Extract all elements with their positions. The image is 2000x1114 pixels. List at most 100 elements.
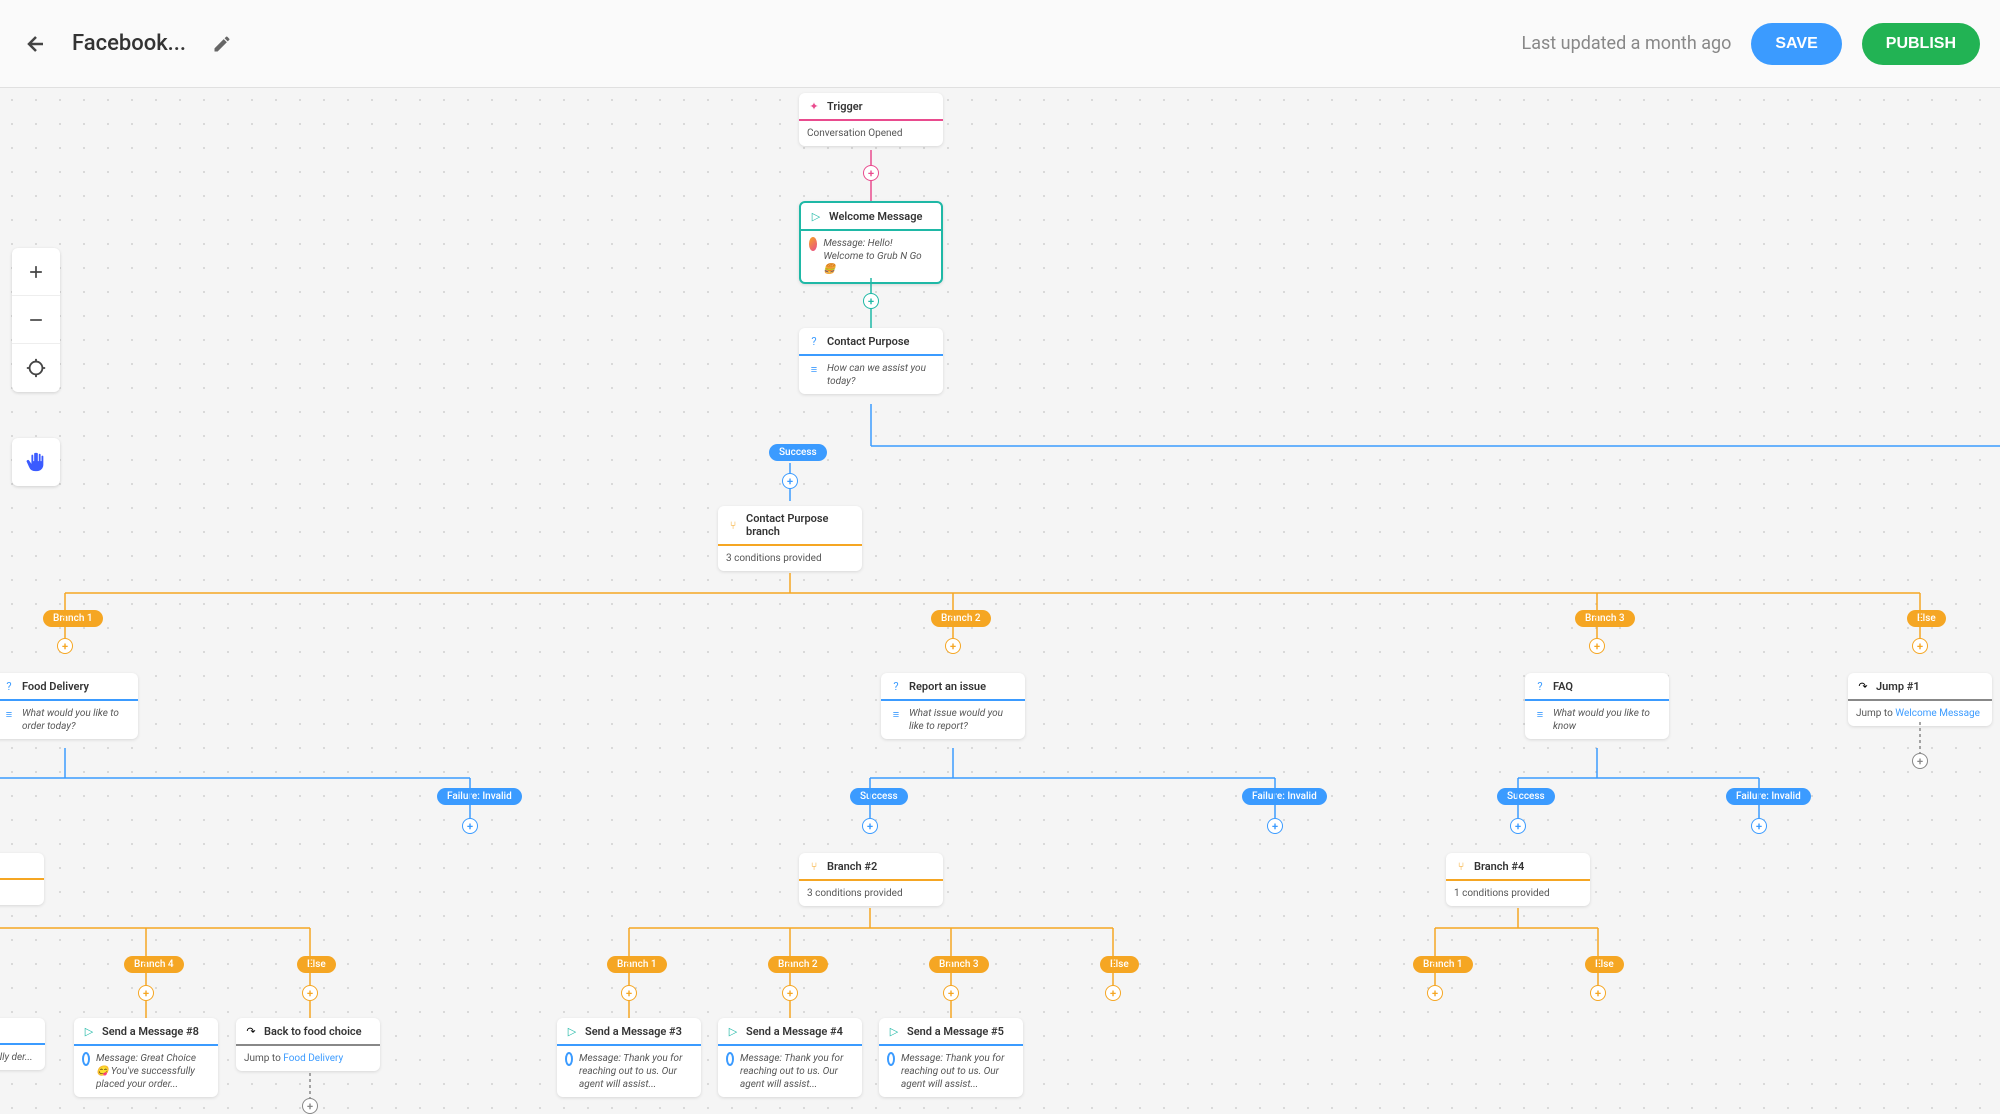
list-icon: ≡ bbox=[889, 707, 903, 721]
node-body: at Choice 😋 ssfully der... bbox=[0, 1051, 33, 1064]
status-icon bbox=[726, 1052, 734, 1066]
welcome-message-node[interactable]: ▷Welcome Message Message: Hello! Welcome… bbox=[799, 201, 943, 284]
add-node-button[interactable]: + bbox=[138, 985, 154, 1001]
message7-node[interactable]: e #7 at Choice 😋 ssfully der... bbox=[0, 1018, 45, 1070]
canvas[interactable]: ✦Trigger Conversation Opened + ▷Welcome … bbox=[0, 88, 2000, 1110]
node-body: How can we assist you today? bbox=[827, 362, 935, 388]
message5-node[interactable]: ▷ Send a Message #5 Message: Thank you fo… bbox=[879, 1018, 1023, 1097]
jump-node[interactable]: ↷Jump #1 Jump to Welcome Message bbox=[1848, 673, 1992, 726]
pan-tool-button[interactable] bbox=[12, 438, 60, 486]
node-title: Send a Message #3 bbox=[585, 1025, 682, 1038]
add-node-button[interactable]: + bbox=[945, 638, 961, 654]
send-icon: ▷ bbox=[726, 1024, 740, 1038]
report-issue-node[interactable]: ? Report an issue ≡ What issue would you l… bbox=[881, 673, 1025, 739]
branch-pill: Branch 1 bbox=[1413, 956, 1473, 973]
branch2-node[interactable]: ⑂Branch #2 3 conditions provided bbox=[799, 853, 943, 906]
food-delivery-node[interactable]: ?Food Delivery ≡What would you like to o… bbox=[0, 673, 138, 739]
avatar-icon bbox=[809, 237, 817, 251]
branch-icon: ⑂ bbox=[726, 518, 740, 532]
question-icon: ? bbox=[1533, 679, 1547, 693]
add-node-button[interactable]: + bbox=[1751, 818, 1767, 834]
add-node-button[interactable]: + bbox=[862, 818, 878, 834]
contact-purpose-node[interactable]: ?Contact Purpose ≡How can we assist you … bbox=[799, 328, 943, 394]
add-node-button[interactable]: + bbox=[1427, 985, 1443, 1001]
status-icon bbox=[82, 1052, 90, 1066]
partial-branch-node[interactable]: ded bbox=[0, 853, 44, 905]
trigger-node[interactable]: ✦Trigger Conversation Opened bbox=[799, 93, 943, 146]
question-icon: ? bbox=[2, 679, 16, 693]
add-node-button[interactable]: + bbox=[1510, 818, 1526, 834]
node-body: Jump to Food Delivery bbox=[244, 1052, 343, 1065]
branch-pill: Branch 2 bbox=[768, 956, 828, 973]
node-body: 1 conditions provided bbox=[1454, 887, 1550, 900]
branch-pill: Branch 3 bbox=[929, 956, 989, 973]
node-title: Contact Purpose bbox=[827, 335, 909, 348]
node-title: FAQ bbox=[1553, 680, 1573, 693]
else-pill: Else bbox=[1585, 956, 1624, 973]
branch4-node[interactable]: ⑂Branch #4 1 conditions provided bbox=[1446, 853, 1590, 906]
add-node-button[interactable]: + bbox=[621, 985, 637, 1001]
add-node-button[interactable]: + bbox=[863, 165, 879, 181]
node-title: Report an issue bbox=[909, 680, 986, 693]
zoom-in-button[interactable] bbox=[12, 248, 60, 296]
node-body: Message: Thank you for reaching out to u… bbox=[740, 1052, 854, 1091]
branch-pill: Branch 1 bbox=[43, 610, 103, 627]
zoom-toolbar bbox=[12, 248, 60, 392]
save-button[interactable]: SAVE bbox=[1751, 23, 1841, 65]
branch-pill: Branch 3 bbox=[1575, 610, 1635, 627]
send-icon: ▷ bbox=[809, 209, 823, 223]
message3-node[interactable]: ▷ Send a Message #3 Message: Thank you fo… bbox=[557, 1018, 701, 1097]
add-node-button[interactable]: + bbox=[1912, 638, 1928, 654]
message8-node[interactable]: ▷Send a Message #8 Message: Great Choice… bbox=[74, 1018, 218, 1097]
back-food-node[interactable]: ↷Back to food choice Jump to Food Delive… bbox=[236, 1018, 380, 1071]
add-node-button[interactable]: + bbox=[1267, 818, 1283, 834]
back-button[interactable] bbox=[20, 28, 52, 60]
node-title: Send a Message #5 bbox=[907, 1025, 1004, 1038]
node-title: Trigger bbox=[827, 100, 863, 113]
plus-icon bbox=[26, 262, 46, 282]
center-button[interactable] bbox=[12, 344, 60, 392]
node-title: Contact Purpose branch bbox=[746, 512, 854, 538]
contact-purpose-branch-node[interactable]: ⑂Contact Purpose branch 3 conditions pro… bbox=[718, 506, 862, 571]
else-pill: Else bbox=[1100, 956, 1139, 973]
header-left: Facebook... bbox=[20, 28, 238, 60]
add-node-button[interactable]: + bbox=[302, 1098, 318, 1114]
send-icon: ▷ bbox=[887, 1024, 901, 1038]
node-body: Jump to Welcome Message bbox=[1856, 707, 1980, 720]
arrow-left-icon bbox=[24, 32, 48, 56]
question-icon: ? bbox=[889, 679, 903, 693]
send-icon: ▷ bbox=[82, 1024, 96, 1038]
faq-node[interactable]: ?FAQ ≡What would you like to know bbox=[1525, 673, 1669, 739]
add-node-button[interactable]: + bbox=[57, 638, 73, 654]
add-node-button[interactable]: + bbox=[1590, 985, 1606, 1001]
add-node-button[interactable]: + bbox=[302, 985, 318, 1001]
node-title: Branch #4 bbox=[1474, 860, 1524, 873]
add-node-button[interactable]: + bbox=[782, 473, 798, 489]
flow-title: Facebook... bbox=[72, 31, 186, 56]
node-body: Message: Hello! Welcome to Grub N Go 🍔 bbox=[823, 237, 933, 276]
add-node-button[interactable]: + bbox=[1105, 985, 1121, 1001]
node-body: Message: Thank you for reaching out to u… bbox=[579, 1052, 693, 1091]
node-body: What issue would you like to report? bbox=[909, 707, 1017, 733]
add-node-button[interactable]: + bbox=[943, 985, 959, 1001]
header: Facebook... Last updated a month ago SAV… bbox=[0, 0, 2000, 88]
else-pill: Else bbox=[1907, 610, 1946, 627]
add-node-button[interactable]: + bbox=[462, 818, 478, 834]
node-title: Send a Message #8 bbox=[102, 1025, 199, 1038]
else-pill: Else bbox=[297, 956, 336, 973]
status-icon bbox=[565, 1052, 573, 1066]
message4-node[interactable]: ▷Send a Message #4 Message: Thank you fo… bbox=[718, 1018, 862, 1097]
hand-icon bbox=[25, 451, 47, 473]
failure-pill: Failure: Invalid bbox=[1726, 788, 1811, 805]
add-node-button[interactable]: + bbox=[782, 985, 798, 1001]
publish-button[interactable]: PUBLISH bbox=[1862, 23, 1980, 65]
send-icon: ▷ bbox=[565, 1024, 579, 1038]
edit-title-button[interactable] bbox=[206, 28, 238, 60]
add-node-button[interactable]: + bbox=[1589, 638, 1605, 654]
node-body: Message: Thank you for reaching out to u… bbox=[901, 1052, 1015, 1091]
pencil-icon bbox=[212, 34, 232, 54]
add-node-button[interactable]: + bbox=[863, 293, 879, 309]
zoom-out-button[interactable] bbox=[12, 296, 60, 344]
minus-icon bbox=[26, 310, 46, 330]
add-node-button[interactable]: + bbox=[1912, 753, 1928, 769]
